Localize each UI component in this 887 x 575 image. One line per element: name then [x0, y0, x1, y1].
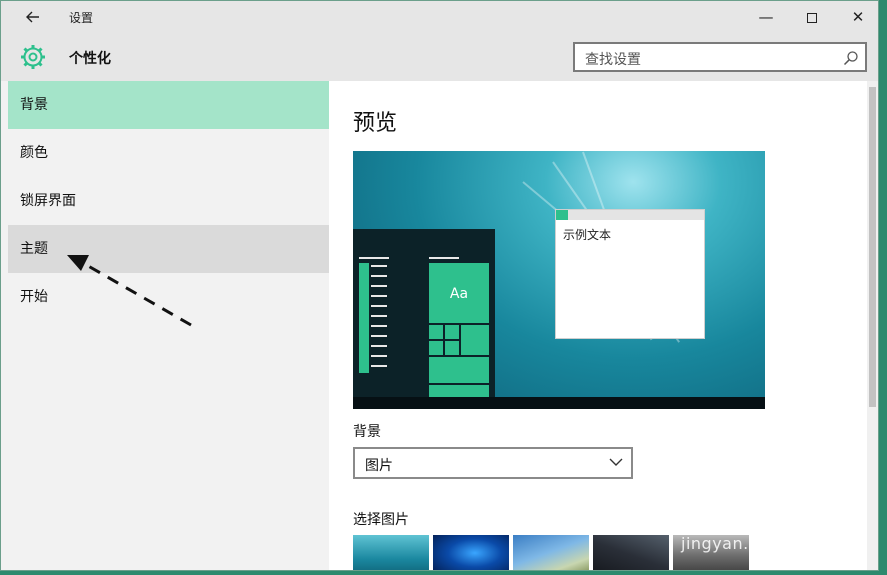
preview-line	[371, 355, 387, 357]
preview-tile-label: Aa	[449, 286, 469, 302]
desktop-taskbar-edge	[0, 571, 887, 575]
background-type-dropdown[interactable]: 图片	[353, 447, 633, 479]
preview-line	[371, 335, 387, 337]
search-placeholder: 查找设置	[585, 52, 641, 68]
preview-line	[429, 257, 459, 259]
back-arrow-icon[interactable]	[21, 6, 45, 28]
sidebar-item-colors[interactable]: 颜色	[8, 129, 329, 177]
gear-icon	[21, 45, 45, 69]
preview-line	[371, 345, 387, 347]
baidu-watermark-logo	[683, 485, 837, 521]
preview-line	[359, 257, 389, 259]
theme-preview: Aa 示例文本	[353, 151, 765, 409]
search-input[interactable]: 查找设置	[573, 42, 867, 72]
preview-window-titlebar	[556, 210, 704, 220]
title-bar: 设置 — ✕	[1, 1, 878, 33]
preview-tile	[445, 341, 459, 355]
annotation-arrow	[67, 255, 192, 327]
desktop-background	[879, 0, 887, 575]
preview-tile	[461, 325, 489, 355]
baidu-watermark-text: jingyan.baidu.com	[681, 534, 838, 553]
preview-heading: 预览	[353, 111, 398, 136]
preview-taskbar	[353, 397, 765, 409]
preview-tile	[429, 325, 443, 339]
picture-thumbnail-1[interactable]	[353, 535, 429, 570]
maximize-icon	[807, 12, 817, 23]
preview-tile	[429, 341, 443, 355]
window-title: 设置	[69, 11, 94, 25]
chevron-down-icon	[609, 458, 623, 466]
preview-line	[371, 295, 387, 297]
picture-thumbnail-4[interactable]	[593, 535, 669, 570]
scrollbar[interactable]	[867, 81, 878, 570]
preview-line	[371, 305, 387, 307]
preview-tile	[429, 385, 489, 397]
background-label: 背景	[353, 424, 381, 440]
preview-app-list-bar	[359, 263, 369, 373]
preview-tile	[445, 325, 459, 339]
preview-line	[371, 315, 387, 317]
picture-thumbnail-3[interactable]	[513, 535, 589, 570]
choose-picture-label: 选择图片	[353, 512, 409, 528]
preview-line	[371, 285, 387, 287]
dropdown-value: 图片	[365, 458, 393, 474]
preview-window-accent	[556, 210, 568, 220]
maximize-button[interactable]	[789, 1, 835, 33]
preview-tile	[429, 357, 489, 383]
sidebar-item-lock-screen[interactable]: 锁屏界面	[8, 177, 329, 225]
settings-window: 设置 — ✕ 个性化 查找设置 背景 颜色 锁屏界面 主题 开始 预览 Aa 示…	[0, 0, 879, 571]
preview-sample-text: 示例文本	[563, 228, 612, 242]
preview-sample-window: 示例文本	[555, 209, 705, 339]
sidebar-item-background[interactable]: 背景	[8, 81, 329, 129]
preview-line	[371, 265, 387, 267]
picture-thumbnail-2[interactable]	[433, 535, 509, 570]
scrollbar-thumb[interactable]	[869, 87, 876, 407]
minimize-button[interactable]: —	[743, 1, 789, 33]
preview-line	[371, 325, 387, 327]
preview-line	[371, 275, 387, 277]
search-icon[interactable]	[843, 50, 859, 66]
page-title: 个性化	[69, 51, 111, 67]
page-header: 个性化 查找设置	[1, 33, 878, 81]
close-button[interactable]: ✕	[835, 1, 878, 33]
preview-line	[371, 365, 387, 367]
